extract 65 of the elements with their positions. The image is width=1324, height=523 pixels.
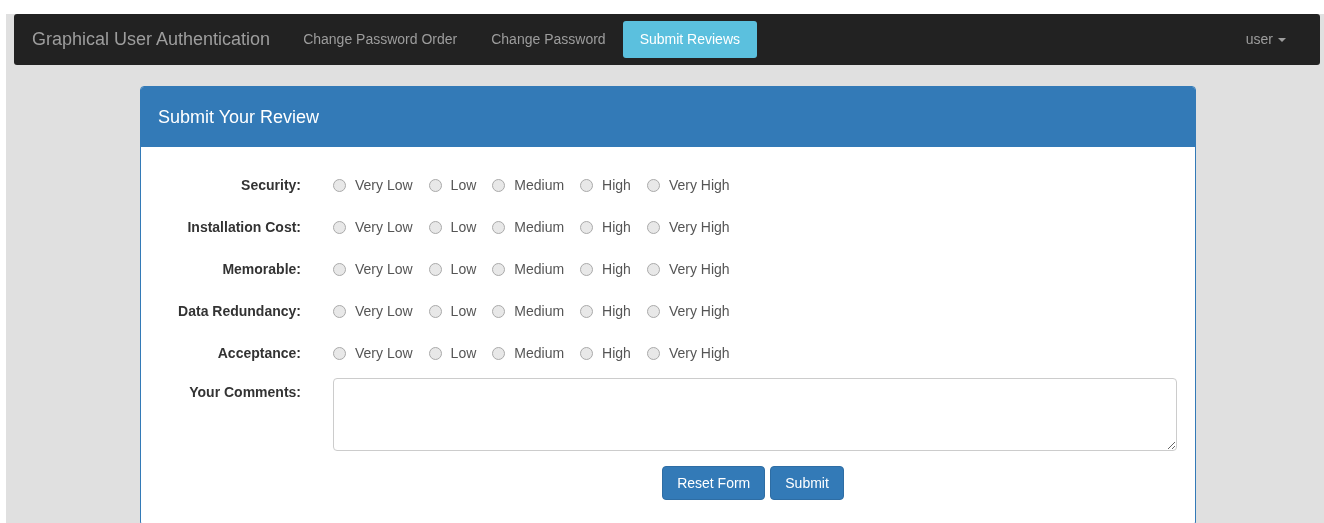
rating-option[interactable]: High bbox=[580, 300, 631, 322]
rating-option[interactable]: Medium bbox=[492, 300, 565, 322]
radio-button[interactable] bbox=[492, 346, 506, 360]
rating-option[interactable]: Very Low bbox=[333, 300, 413, 322]
radio-button[interactable] bbox=[492, 178, 506, 192]
rating-option[interactable]: Medium bbox=[492, 174, 565, 196]
rating-option[interactable]: High bbox=[580, 258, 631, 280]
radio-button[interactable] bbox=[333, 262, 346, 276]
rating-option[interactable]: Very High bbox=[646, 216, 730, 238]
comments-field[interactable] bbox=[333, 378, 1177, 451]
reset-button[interactable]: Reset Form bbox=[662, 466, 766, 500]
panel-title: Submit Your Review bbox=[158, 105, 320, 129]
radio-button[interactable] bbox=[492, 304, 506, 318]
radio-button[interactable] bbox=[333, 220, 346, 234]
rating-option[interactable]: Medium bbox=[492, 216, 565, 238]
rating-option[interactable]: Low bbox=[428, 300, 477, 322]
rating-option[interactable]: Low bbox=[428, 342, 477, 364]
criterion-label: Memorable: bbox=[221, 259, 301, 279]
radio-button[interactable] bbox=[333, 304, 346, 318]
rating-option[interactable]: Low bbox=[428, 174, 477, 196]
radio-button[interactable] bbox=[428, 220, 442, 234]
radio-button[interactable] bbox=[580, 346, 594, 360]
rating-option[interactable]: Very High bbox=[646, 300, 730, 322]
radio-button[interactable] bbox=[333, 346, 346, 360]
rating-option[interactable]: High bbox=[580, 174, 631, 196]
criterion-label: Security: bbox=[240, 175, 301, 195]
caret-icon bbox=[1278, 37, 1286, 42]
radio-button[interactable] bbox=[333, 178, 346, 192]
rating-option[interactable]: Low bbox=[428, 258, 477, 280]
radio-button[interactable] bbox=[646, 178, 660, 192]
criterion-label: Data Redundancy: bbox=[177, 301, 301, 321]
radio-button[interactable] bbox=[580, 178, 594, 192]
radio-button[interactable] bbox=[580, 262, 594, 276]
radio-button[interactable] bbox=[492, 220, 506, 234]
nav-link[interactable]: Change Password bbox=[474, 21, 623, 58]
comments-label: Your Comments: bbox=[188, 383, 301, 402]
rating-option[interactable]: High bbox=[580, 216, 631, 238]
rating-option[interactable]: Very Low bbox=[333, 342, 413, 364]
criterion-label: Acceptance: bbox=[216, 343, 301, 363]
radio-button[interactable] bbox=[580, 304, 594, 318]
radio-button[interactable] bbox=[646, 304, 660, 318]
radio-button[interactable] bbox=[580, 220, 594, 234]
radio-button[interactable] bbox=[428, 346, 442, 360]
rating-option[interactable]: Very High bbox=[646, 342, 730, 364]
rating-option[interactable]: High bbox=[580, 342, 631, 364]
radio-button[interactable] bbox=[646, 220, 660, 234]
rating-option[interactable]: Very Low bbox=[333, 258, 413, 280]
user-menu[interactable]: user bbox=[1245, 29, 1286, 50]
rating-option[interactable]: Very High bbox=[646, 258, 730, 280]
rating-option[interactable]: Very Low bbox=[333, 174, 413, 196]
radio-button[interactable] bbox=[646, 262, 660, 276]
radio-button[interactable] bbox=[428, 262, 442, 276]
radio-button[interactable] bbox=[428, 304, 442, 318]
rating-option[interactable]: Medium bbox=[492, 342, 565, 364]
rating-option[interactable]: Medium bbox=[492, 258, 565, 280]
rating-option[interactable]: Very High bbox=[646, 174, 730, 196]
radio-button[interactable] bbox=[646, 346, 660, 360]
criterion-label: Installation Cost: bbox=[186, 217, 301, 237]
radio-button[interactable] bbox=[428, 178, 442, 192]
brand-title[interactable]: Graphical User Authentication bbox=[32, 26, 271, 53]
rating-option[interactable]: Low bbox=[428, 216, 477, 238]
radio-button[interactable] bbox=[492, 262, 506, 276]
rating-option[interactable]: Very Low bbox=[333, 216, 413, 238]
nav-link[interactable]: Change Password Order bbox=[286, 21, 475, 58]
submit-button[interactable]: Submit bbox=[770, 466, 844, 500]
